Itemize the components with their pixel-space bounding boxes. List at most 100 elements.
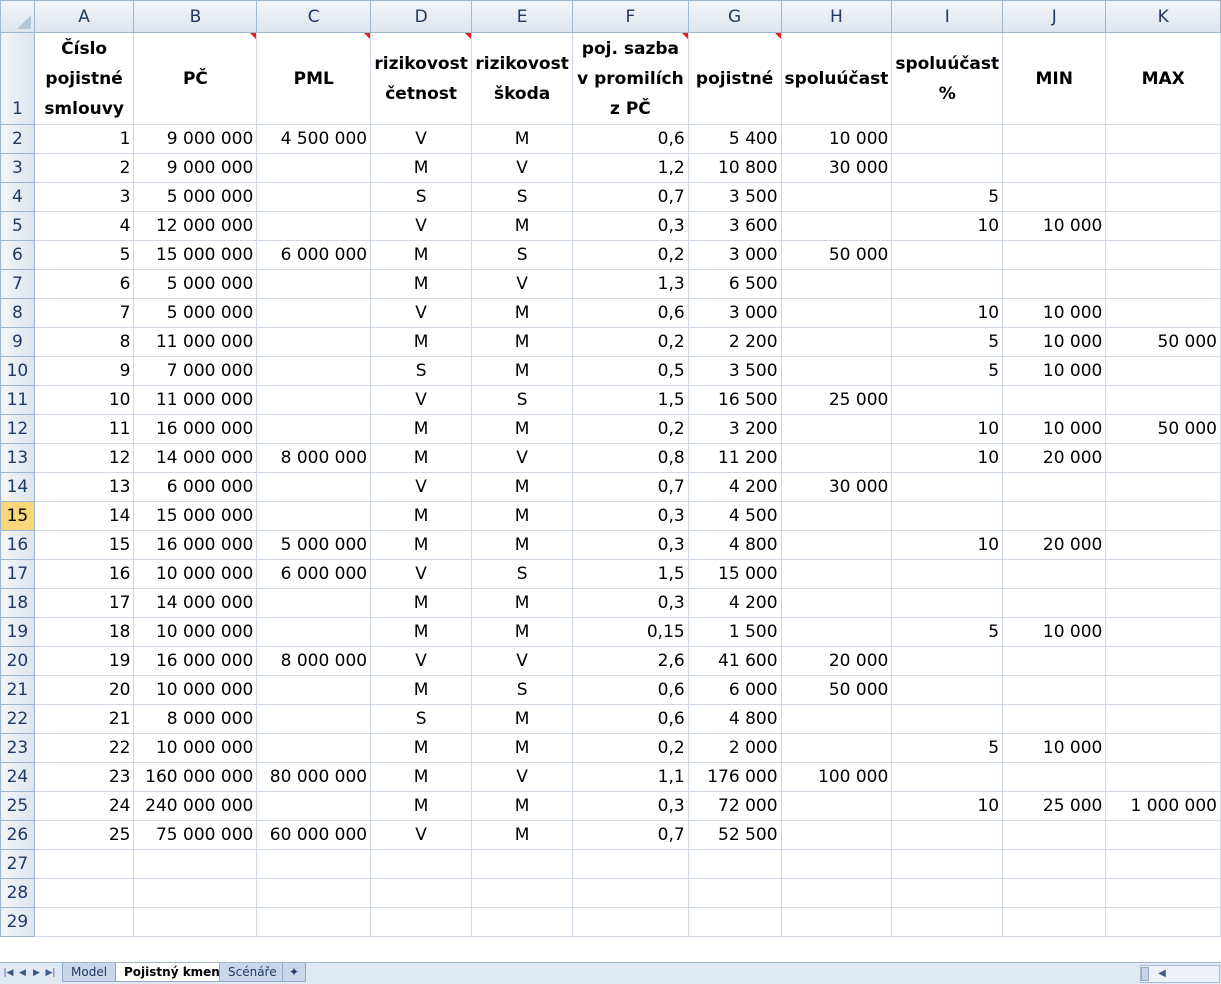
- cell-i[interactable]: 10: [891, 211, 1004, 241]
- cell-d[interactable]: M: [370, 733, 473, 763]
- cell-f[interactable]: 0,6: [572, 704, 689, 734]
- row-header[interactable]: 2: [0, 124, 35, 154]
- row-header[interactable]: 5: [0, 211, 35, 241]
- cell-j[interactable]: [1002, 762, 1107, 792]
- cell-b[interactable]: 16 000 000: [133, 530, 258, 560]
- column-header-c[interactable]: C: [256, 0, 372, 33]
- cell-e[interactable]: M: [471, 124, 574, 154]
- cell-c[interactable]: 60 000 000: [256, 820, 372, 850]
- cell-f[interactable]: 0,7: [572, 472, 689, 502]
- cell-c[interactable]: [256, 617, 372, 647]
- cell-e[interactable]: V: [471, 762, 574, 792]
- cell-j[interactable]: [1002, 182, 1107, 212]
- cell-c[interactable]: 6 000 000: [256, 240, 372, 270]
- cell-h[interactable]: [780, 617, 893, 647]
- cell-k[interactable]: [1105, 385, 1221, 415]
- cell-g[interactable]: 3 600: [687, 211, 782, 241]
- cell-d[interactable]: M: [370, 617, 473, 647]
- cell-f[interactable]: 0,7: [572, 820, 689, 850]
- cell-i[interactable]: [891, 124, 1004, 154]
- cell-h[interactable]: 10 000: [780, 124, 893, 154]
- cell-e[interactable]: M: [471, 472, 574, 502]
- cell-j[interactable]: [1002, 588, 1107, 618]
- cell-i[interactable]: [891, 849, 1004, 879]
- cell-k[interactable]: [1105, 356, 1221, 386]
- cell-b[interactable]: 12 000 000: [133, 211, 258, 241]
- cell-g[interactable]: 72 000: [687, 791, 782, 821]
- cell-g[interactable]: 3 000: [687, 298, 782, 328]
- cell-d[interactable]: [370, 878, 473, 908]
- header-cell-f[interactable]: poj. sazba v promilích z PČ: [572, 32, 689, 125]
- cell-h[interactable]: 30 000: [780, 472, 893, 502]
- cell-e[interactable]: S: [471, 385, 574, 415]
- cell-c[interactable]: 4 500 000: [256, 124, 372, 154]
- cell-b[interactable]: 5 000 000: [133, 182, 258, 212]
- cell-g[interactable]: 3 000: [687, 240, 782, 270]
- cell-g[interactable]: 4 800: [687, 530, 782, 560]
- cell-i[interactable]: [891, 907, 1004, 937]
- cell-d[interactable]: M: [370, 443, 473, 473]
- cell-b[interactable]: 15 000 000: [133, 501, 258, 531]
- cell-g[interactable]: 176 000: [687, 762, 782, 792]
- row-header[interactable]: 7: [0, 269, 35, 299]
- cell-b[interactable]: 75 000 000: [133, 820, 258, 850]
- cell-b[interactable]: 14 000 000: [133, 443, 258, 473]
- cell-a[interactable]: 4: [33, 211, 135, 241]
- cell-j[interactable]: 10 000: [1002, 356, 1107, 386]
- insert-sheet-icon[interactable]: ✦: [282, 963, 306, 982]
- cell-i[interactable]: [891, 820, 1004, 850]
- column-header-k[interactable]: K: [1105, 0, 1221, 33]
- cell-a[interactable]: 14: [33, 501, 135, 531]
- cell-b[interactable]: 9 000 000: [133, 124, 258, 154]
- cell-k[interactable]: [1105, 153, 1221, 183]
- cell-f[interactable]: [572, 907, 689, 937]
- cell-e[interactable]: V: [471, 646, 574, 676]
- cell-k[interactable]: [1105, 443, 1221, 473]
- select-all-corner[interactable]: [0, 0, 35, 33]
- cell-a[interactable]: [33, 878, 135, 908]
- cell-e[interactable]: [471, 907, 574, 937]
- cell-a[interactable]: 7: [33, 298, 135, 328]
- cell-d[interactable]: [370, 849, 473, 879]
- cell-f[interactable]: 0,6: [572, 298, 689, 328]
- column-header-e[interactable]: E: [471, 0, 574, 33]
- cell-b[interactable]: 240 000 000: [133, 791, 258, 821]
- cell-d[interactable]: M: [370, 762, 473, 792]
- cell-i[interactable]: 5: [891, 356, 1004, 386]
- column-header-j[interactable]: J: [1002, 0, 1107, 33]
- row-header[interactable]: 4: [0, 182, 35, 212]
- cell-e[interactable]: V: [471, 269, 574, 299]
- row-header[interactable]: 24: [0, 762, 35, 792]
- cell-d[interactable]: V: [370, 385, 473, 415]
- cell-g[interactable]: 2 000: [687, 733, 782, 763]
- cell-g[interactable]: 4 200: [687, 588, 782, 618]
- row-header[interactable]: 3: [0, 153, 35, 183]
- cell-e[interactable]: M: [471, 356, 574, 386]
- cell-h[interactable]: 100 000: [780, 762, 893, 792]
- header-cell-k[interactable]: MAX: [1105, 32, 1221, 125]
- cell-e[interactable]: M: [471, 414, 574, 444]
- cell-c[interactable]: [256, 269, 372, 299]
- column-header-d[interactable]: D: [370, 0, 473, 33]
- cell-k[interactable]: [1105, 240, 1221, 270]
- cell-d[interactable]: V: [370, 559, 473, 589]
- column-header-h[interactable]: H: [780, 0, 893, 33]
- cell-f[interactable]: 0,2: [572, 733, 689, 763]
- cell-f[interactable]: 0,6: [572, 675, 689, 705]
- row-header[interactable]: 19: [0, 617, 35, 647]
- cell-g[interactable]: 16 500: [687, 385, 782, 415]
- row-header[interactable]: 1: [0, 32, 35, 125]
- cell-e[interactable]: M: [471, 501, 574, 531]
- header-cell-c[interactable]: PML: [256, 32, 372, 125]
- row-header[interactable]: 12: [0, 414, 35, 444]
- cell-j[interactable]: [1002, 704, 1107, 734]
- cell-g[interactable]: 15 000: [687, 559, 782, 589]
- horizontal-scrollbar[interactable]: ◀: [1140, 965, 1220, 983]
- cell-g[interactable]: 6 000: [687, 675, 782, 705]
- cell-j[interactable]: 10 000: [1002, 211, 1107, 241]
- cell-b[interactable]: 7 000 000: [133, 356, 258, 386]
- cell-d[interactable]: V: [370, 298, 473, 328]
- cell-c[interactable]: [256, 501, 372, 531]
- cell-i[interactable]: 10: [891, 414, 1004, 444]
- cell-b[interactable]: 10 000 000: [133, 617, 258, 647]
